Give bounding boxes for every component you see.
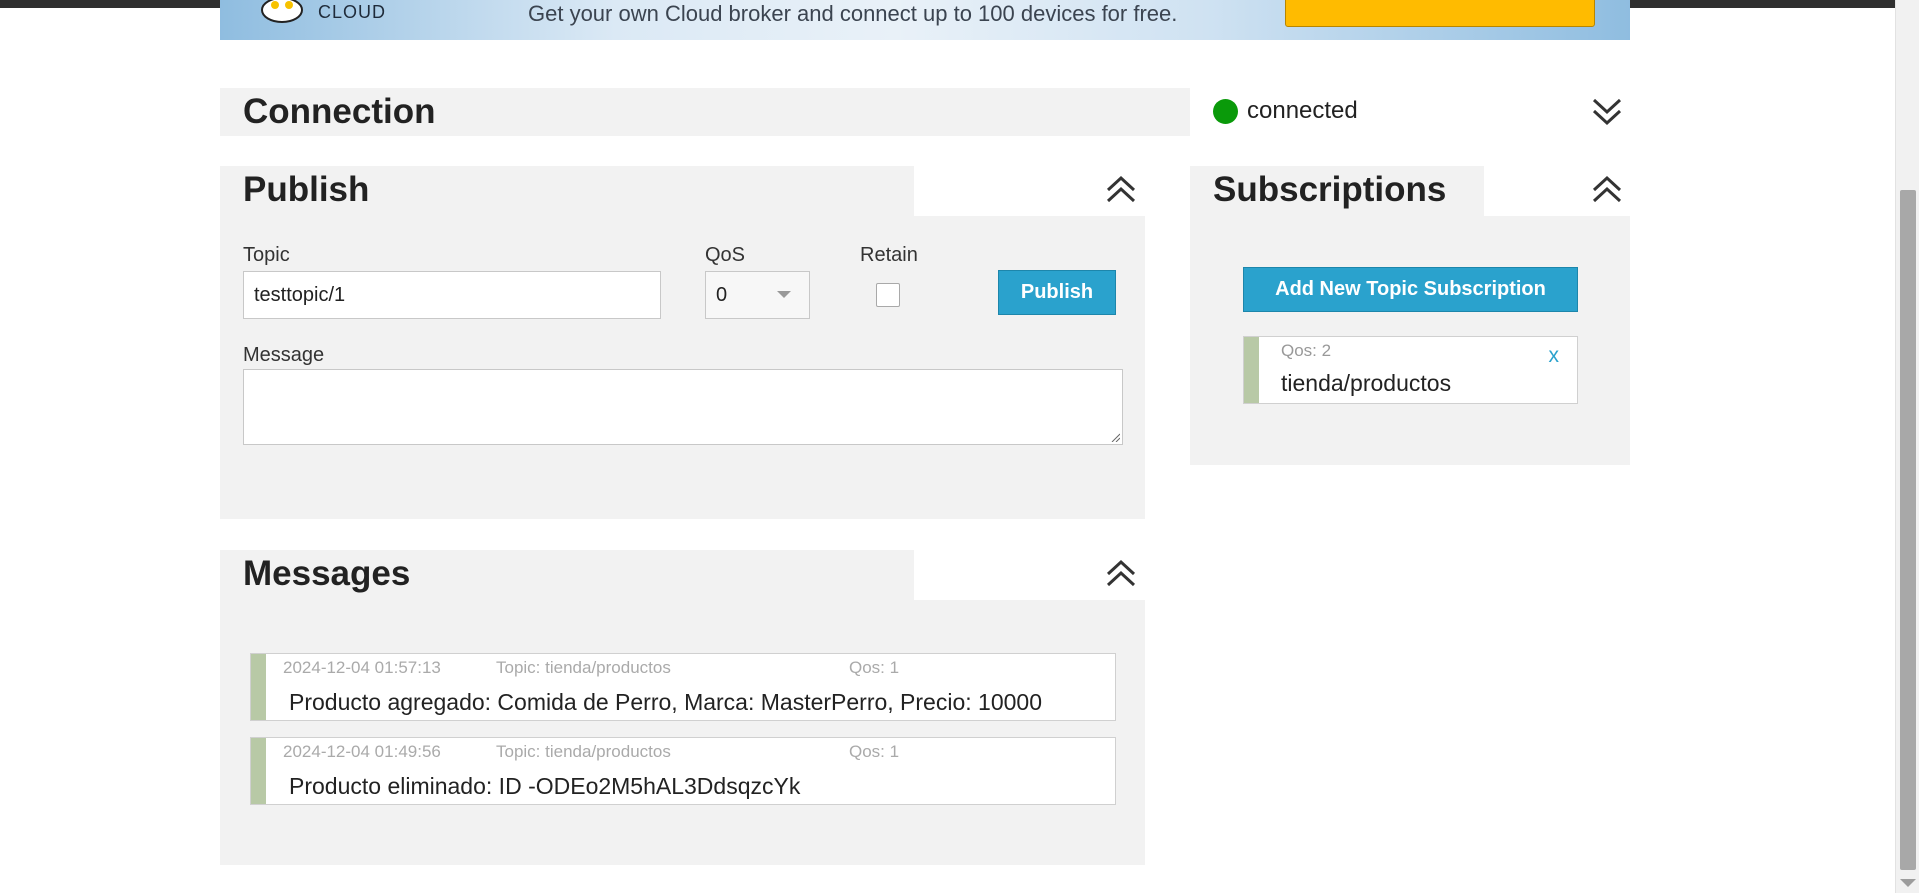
scrollbar-thumb[interactable] <box>1900 190 1916 870</box>
message-item[interactable]: 2024-12-04 01:57:13 Topic: tienda/produc… <box>250 653 1116 721</box>
message-textarea[interactable] <box>243 369 1123 445</box>
topic-input[interactable]: testtopic/1 <box>243 271 661 319</box>
retain-checkbox[interactable] <box>876 283 900 307</box>
connection-status: connected <box>1213 96 1358 126</box>
message-qos: Qos: 1 <box>849 742 900 761</box>
qos-select-value: 0 <box>716 283 728 306</box>
topic-label: Topic <box>243 244 290 266</box>
add-topic-subscription-button[interactable]: Add New Topic Subscription <box>1243 267 1578 312</box>
cloud-logo-icon <box>261 0 303 23</box>
vertical-scrollbar[interactable] <box>1895 0 1919 893</box>
message-color-bar <box>251 738 266 804</box>
message-topic: Topic: tienda/productos <box>496 742 671 761</box>
promo-banner[interactable]: CLOUD Get your own Cloud broker and conn… <box>220 0 1630 40</box>
caret-down-icon <box>777 291 791 298</box>
publish-button[interactable]: Publish <box>998 270 1116 315</box>
subscriptions-title: Subscriptions <box>1213 170 1447 209</box>
expand-connection-chevron-icon[interactable] <box>1590 94 1624 128</box>
collapse-messages-chevron-icon[interactable] <box>1104 557 1138 591</box>
resize-grip-icon[interactable] <box>1110 432 1120 442</box>
message-qos: Qos: 1 <box>849 658 900 677</box>
message-label: Message <box>243 344 325 366</box>
publish-panel: Publish Topic testtopic/1 QoS 0 Retain P… <box>220 166 1145 519</box>
connection-title: Connection <box>243 92 436 131</box>
status-indicator-icon <box>1213 98 1238 124</box>
banner-cta-button[interactable] <box>1285 0 1595 27</box>
message-item[interactable]: 2024-12-04 01:49:56 Topic: tienda/produc… <box>250 737 1116 805</box>
subscription-item[interactable]: Qos: 2 tienda/productos x <box>1243 336 1578 404</box>
message-color-bar <box>251 654 266 720</box>
scroll-down-arrow-icon[interactable] <box>1900 879 1916 887</box>
messages-title: Messages <box>243 554 411 593</box>
message-timestamp: 2024-12-04 01:49:56 <box>283 742 441 761</box>
subscription-color-bar <box>1244 337 1259 403</box>
message-topic: Topic: tienda/productos <box>496 658 671 677</box>
message-timestamp: 2024-12-04 01:57:13 <box>283 658 441 677</box>
collapse-publish-chevron-icon[interactable] <box>1104 173 1138 207</box>
remove-subscription-button[interactable]: x <box>1549 344 1560 368</box>
connection-status-text: connected <box>1247 97 1358 124</box>
subscriptions-panel: Subscriptions Add New Topic Subscription… <box>1190 166 1630 465</box>
message-text: Producto eliminado: ID -ODEo2M5hAL3Ddsqz… <box>289 773 801 799</box>
subscription-qos: Qos: 2 <box>1281 341 1332 360</box>
collapse-subscriptions-chevron-icon[interactable] <box>1590 173 1624 207</box>
retain-label: Retain <box>860 244 918 266</box>
subscription-topic: tienda/productos <box>1281 370 1452 396</box>
banner-message: Get your own Cloud broker and connect up… <box>528 1 1178 26</box>
banner-logo-text: CLOUD <box>318 2 387 22</box>
message-text: Producto agregado: Comida de Perro, Marc… <box>289 689 1042 715</box>
connection-panel: Connection <box>220 88 1190 136</box>
qos-select[interactable]: 0 <box>705 271 810 319</box>
qos-label: QoS <box>705 244 746 266</box>
publish-title: Publish <box>243 170 370 209</box>
